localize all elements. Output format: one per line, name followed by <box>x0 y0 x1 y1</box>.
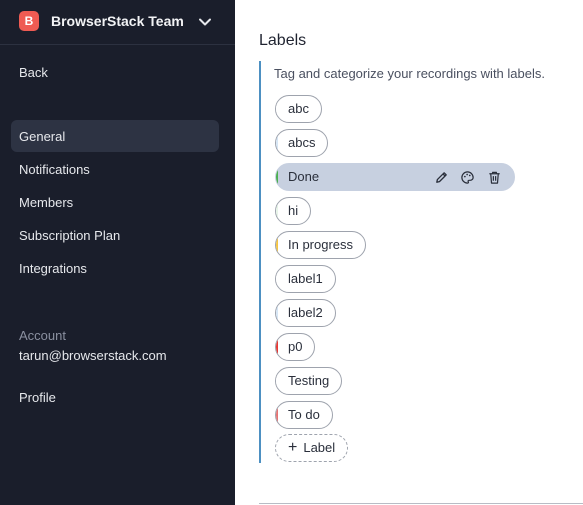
label-chip[interactable]: To do <box>275 401 333 429</box>
label-chip-name: Testing <box>288 373 330 388</box>
plus-icon: + <box>288 439 298 456</box>
label-chip-hovered[interactable]: Done <box>275 163 515 191</box>
add-label-button[interactable]: + Label <box>275 434 349 462</box>
label-chip[interactable]: In progress <box>275 231 367 259</box>
team-switcher[interactable]: B BrowserStack Team <box>0 0 235 45</box>
sidebar: B BrowserStack Team Back General Notific… <box>0 0 235 505</box>
nav-item-general[interactable]: General <box>19 129 65 144</box>
main-content: Labels Tag and categorize your recording… <box>235 0 583 505</box>
label-actions <box>426 170 502 186</box>
nav-item-members[interactable]: Members <box>19 195 73 210</box>
nav-item-notifications[interactable]: Notifications <box>19 162 90 177</box>
labels-panel: Tag and categorize your recordings with … <box>259 61 583 463</box>
trash-icon[interactable] <box>487 170 502 185</box>
labels-description: Tag and categorize your recordings with … <box>274 66 545 81</box>
back-link[interactable]: Back <box>19 65 48 80</box>
nav-item-profile[interactable]: Profile <box>19 390 56 405</box>
label-chip-name: In progress <box>288 237 354 252</box>
label-chip[interactable]: p0 <box>275 333 316 361</box>
page-title: Labels <box>259 32 307 49</box>
account-email: tarun@browserstack.com <box>19 348 167 363</box>
label-chip-name: hi <box>288 203 299 218</box>
label-chip-name: label2 <box>288 305 323 320</box>
label-chip-name: p0 <box>288 339 303 354</box>
label-chip[interactable]: label2 <box>275 299 336 327</box>
add-label-text: Label <box>303 440 336 455</box>
label-chip[interactable]: abc <box>275 95 322 123</box>
palette-icon[interactable] <box>460 170 475 185</box>
chevron-down-icon[interactable] <box>198 15 212 29</box>
team-name: BrowserStack Team <box>51 13 184 29</box>
team-avatar: B <box>19 11 39 31</box>
label-chip-name: Done <box>288 169 320 184</box>
label-chip[interactable]: hi <box>275 197 312 225</box>
label-chip-name: abcs <box>288 135 316 150</box>
label-chip-name: abc <box>288 101 309 116</box>
pencil-icon[interactable] <box>434 170 449 185</box>
nav-item-subscription-plan[interactable]: Subscription Plan <box>19 228 120 243</box>
label-chip[interactable]: Testing <box>275 367 343 395</box>
account-heading: Account <box>19 328 66 343</box>
label-chip[interactable]: label1 <box>275 265 336 293</box>
nav-item-integrations[interactable]: Integrations <box>19 261 87 276</box>
label-chip-name: To do <box>288 407 320 422</box>
label-chip-name: label1 <box>288 271 323 286</box>
section-divider <box>259 503 583 504</box>
label-chip[interactable]: abcs <box>275 129 329 157</box>
